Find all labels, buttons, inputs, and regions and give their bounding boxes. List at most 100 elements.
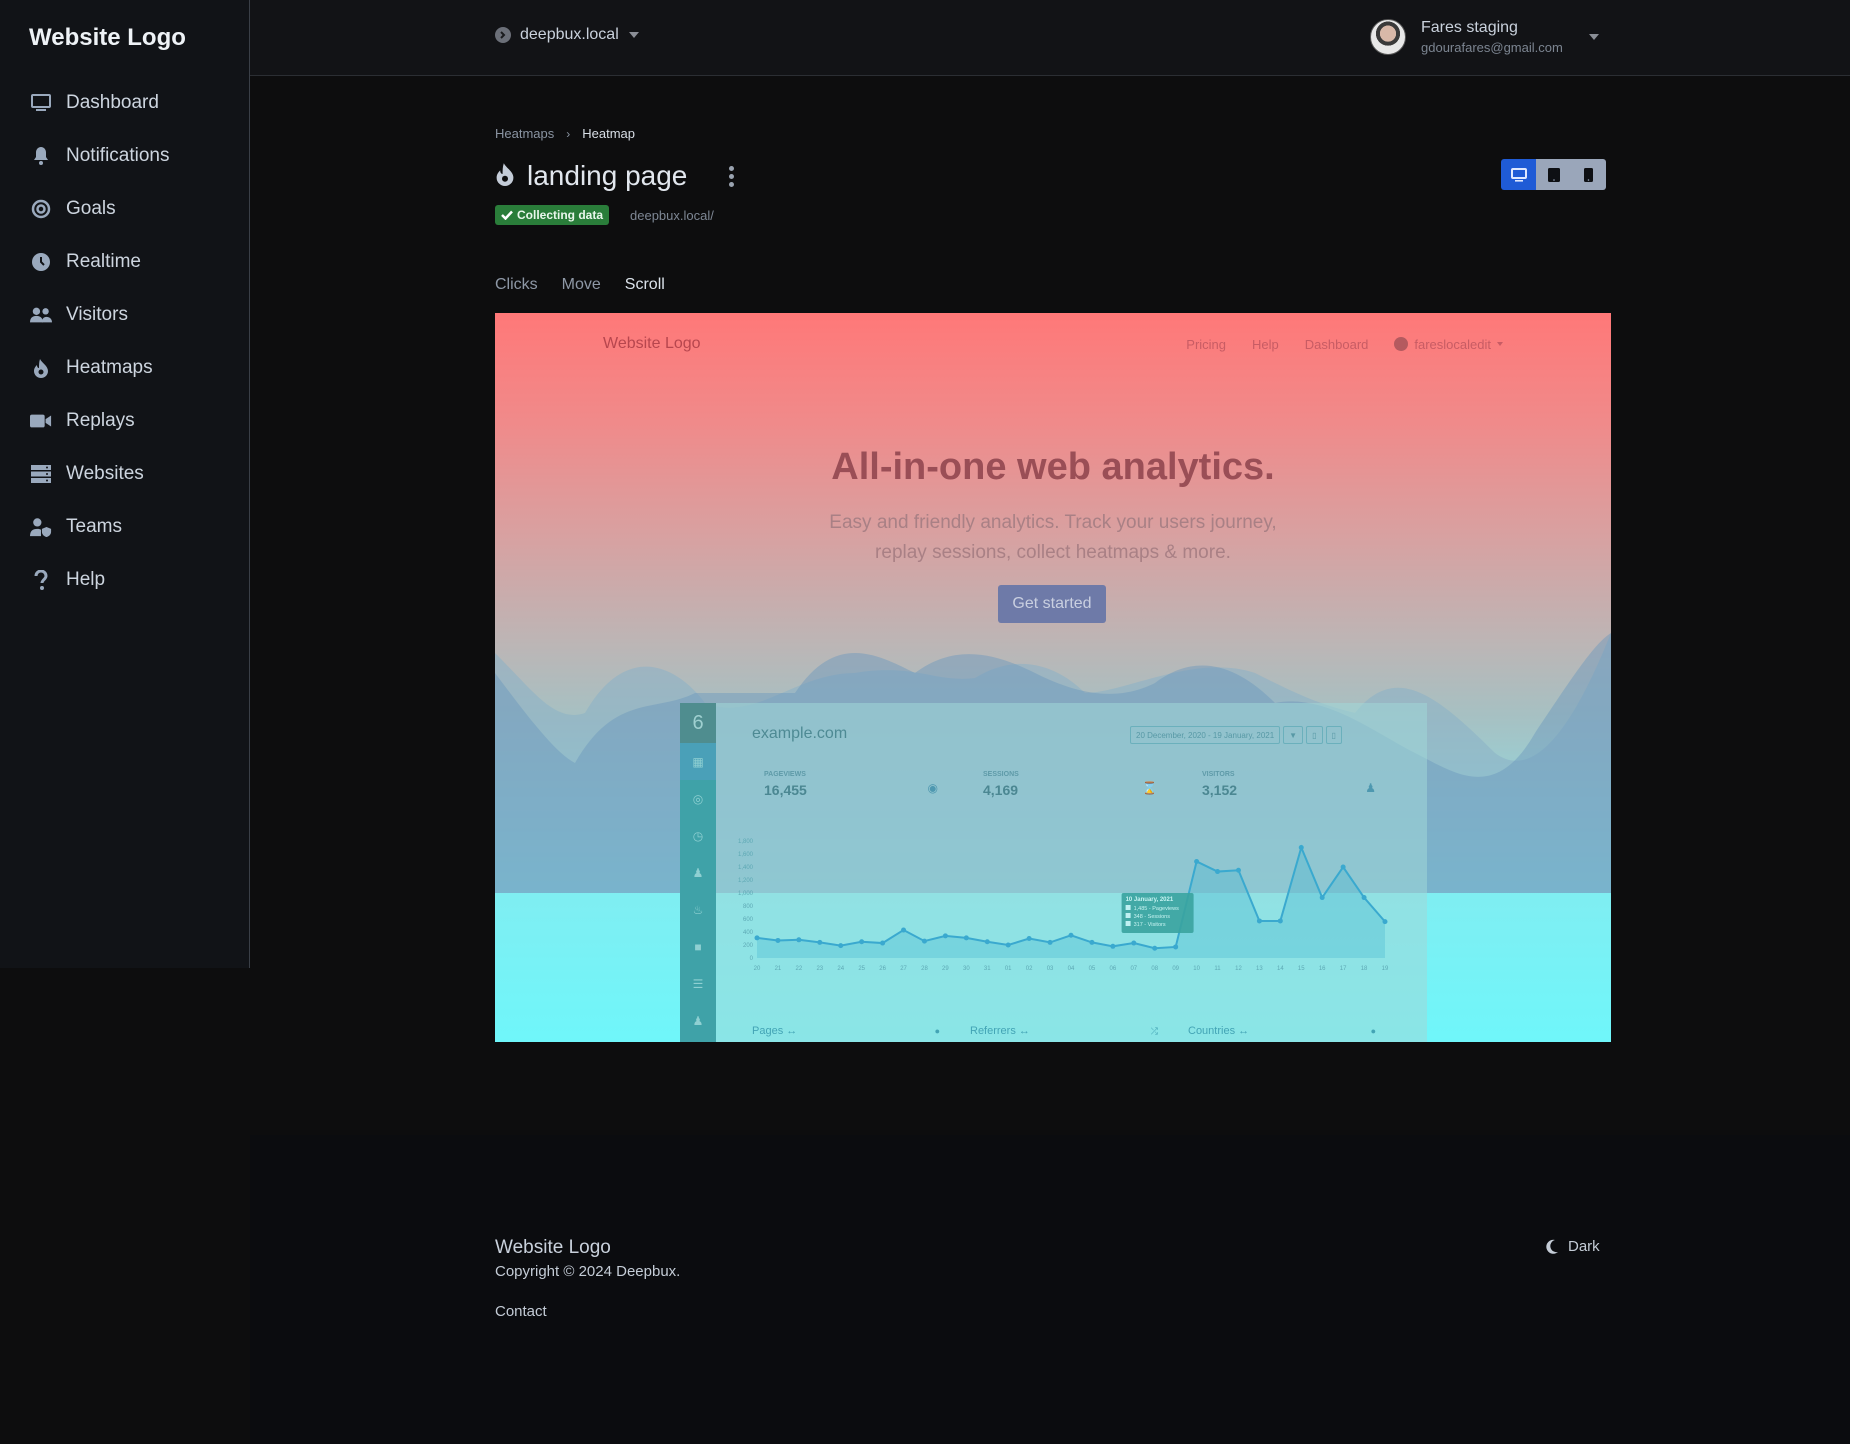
x-tick-label: 20	[754, 966, 761, 972]
tab-scroll[interactable]: Scroll	[625, 276, 665, 294]
sidebar-item-visitors[interactable]: Visitors	[0, 288, 249, 341]
sidebar-item-goals[interactable]: Goals	[0, 182, 249, 235]
y-tick-label: 400	[743, 930, 754, 936]
user-name: Fares staging	[1421, 19, 1518, 36]
sidebar-item-help[interactable]: Help	[0, 553, 249, 606]
chart-point	[817, 939, 823, 945]
y-tick-label: 200	[743, 943, 754, 949]
preview-dashboard: 6 ▦ ◎ ◷ ♟ ♨ ■ ☰ ♟ example.com 20 Decembe…	[680, 703, 1427, 1042]
users-icon: ♟	[1365, 781, 1376, 795]
sidebar-item-heatmaps[interactable]: Heatmaps	[0, 341, 249, 394]
sidebar-item-label: Help	[66, 568, 106, 590]
globe-icon: ●	[1370, 1026, 1376, 1036]
sidebar-item-realtime[interactable]: Realtime	[0, 235, 249, 288]
x-tick-label: 14	[1277, 966, 1284, 972]
x-tick-label: 13	[1256, 966, 1263, 972]
sidebar-item-label: Visitors	[66, 303, 128, 325]
server-icon: ☰	[692, 976, 704, 991]
filter-icon: ▼	[1283, 726, 1304, 744]
tooltip-line: 1,485 - Pageviews	[1134, 906, 1179, 912]
preview-hero-title: All-in-one web analytics.	[831, 446, 1275, 488]
desktop-icon	[1510, 167, 1527, 182]
x-tick-label: 22	[796, 966, 803, 972]
x-tick-label: 12	[1235, 966, 1242, 972]
sidebar-item-websites[interactable]: Websites	[0, 447, 249, 500]
x-tick-label: 17	[1340, 966, 1347, 972]
users-icon: ♟	[692, 865, 704, 880]
preview-bottom-cards: Pages ↔ ● Referrers ↔ ⤮ Countries ↔ ●	[752, 1025, 1406, 1037]
more-options-icon[interactable]	[725, 162, 738, 191]
x-tick-label: 29	[942, 966, 949, 972]
x-tick-label: 07	[1130, 966, 1137, 972]
y-tick-label: 600	[743, 917, 754, 923]
device-mobile-button[interactable]	[1571, 159, 1606, 190]
sidebar-item-teams[interactable]: Teams	[0, 500, 249, 553]
card-title: Referrers	[970, 1025, 1016, 1037]
page-title: landing page	[527, 160, 688, 191]
preview-get-started-button: Get started	[998, 585, 1106, 623]
sidebar-item-dashboard[interactable]: Dashboard	[0, 76, 249, 129]
chart-point	[1194, 858, 1200, 864]
user-shield-icon	[30, 516, 52, 538]
tab-move[interactable]: Move	[562, 276, 601, 294]
preview-username: fareslocaledit	[1414, 336, 1491, 352]
preview-logo: Website Logo	[603, 335, 701, 352]
brand-logo[interactable]: Website Logo	[29, 24, 186, 52]
preview-card-countries: Countries ↔ ●	[1188, 1025, 1376, 1037]
y-tick-label: 1,400	[738, 865, 754, 871]
tooltip-swatch	[1125, 913, 1131, 918]
x-tick-label: 15	[1298, 966, 1305, 972]
user-menu[interactable]: Fares staging gdourafares@gmail.com	[1370, 19, 1599, 55]
device-desktop-button[interactable]	[1501, 159, 1536, 190]
tooltip-swatch	[1125, 905, 1131, 910]
sidebar-item-label: Heatmaps	[66, 356, 153, 378]
preview-link-dashboard: Dashboard	[1304, 336, 1369, 352]
chart-point	[754, 935, 760, 941]
y-tick-label: 0	[750, 956, 754, 962]
x-tick-label: 25	[858, 966, 865, 972]
chart-point	[1298, 845, 1304, 850]
preview-dashboard-site: example.com	[752, 725, 848, 742]
x-tick-label: 21	[775, 966, 782, 972]
stat-value: 16,455	[764, 782, 807, 798]
caret-down-icon	[1497, 342, 1503, 346]
x-tick-label: 03	[1047, 966, 1054, 972]
tablet-icon	[1547, 167, 1560, 182]
target-icon: ◎	[692, 791, 704, 806]
site-selector[interactable]: deepbux.local	[495, 26, 639, 44]
device-tablet-button[interactable]	[1536, 159, 1571, 190]
tooltip-line: 348 - Sessions	[1134, 914, 1171, 920]
x-tick-label: 02	[1026, 966, 1033, 972]
chart-point	[1340, 864, 1346, 870]
sidebar-item-notifications[interactable]: Notifications	[0, 129, 249, 182]
sidebar-item-replays[interactable]: Replays	[0, 394, 249, 447]
x-tick-label: 30	[963, 966, 970, 972]
users-icon	[30, 304, 52, 326]
breadcrumb: Heatmaps › Heatmap	[495, 126, 635, 141]
monitor-icon	[30, 92, 52, 114]
theme-toggle[interactable]: Dark	[1545, 1238, 1600, 1255]
stat-value: 3,152	[1202, 782, 1238, 798]
clock-icon: ◷	[692, 828, 704, 843]
footer	[250, 1135, 1850, 1444]
sidebar-item-label: Dashboard	[66, 91, 159, 113]
breadcrumb-heatmaps[interactable]: Heatmaps	[495, 126, 554, 141]
tab-clicks[interactable]: Clicks	[495, 276, 538, 294]
footer-copyright: Copyright © 2024 Deepbux.	[495, 1263, 681, 1280]
chart-point	[963, 935, 969, 941]
fire-icon: ♨	[692, 902, 704, 917]
card-title: Pages	[752, 1025, 784, 1037]
footer-contact-link[interactable]: Contact	[495, 1303, 547, 1320]
tooltip-date: 10 January, 2021	[1126, 897, 1174, 903]
chart-point	[1256, 918, 1262, 924]
sidebar-item-label: Replays	[66, 409, 135, 431]
x-tick-label: 11	[1214, 966, 1221, 972]
x-tick-label: 23	[816, 966, 823, 972]
site-name: deepbux.local	[520, 26, 619, 43]
sidebar-item-label: Goals	[66, 197, 116, 219]
caret-down-icon	[1588, 34, 1599, 40]
eye-icon: ◉	[927, 781, 938, 795]
topbar: deepbux.local Fares staging gdourafares@…	[250, 0, 1850, 76]
heatmap-preview[interactable]: Website Logo Pricing Help Dashboard fare…	[495, 313, 1611, 1042]
preview-navbar: Website Logo Pricing Help Dashboard fare…	[603, 335, 1503, 353]
